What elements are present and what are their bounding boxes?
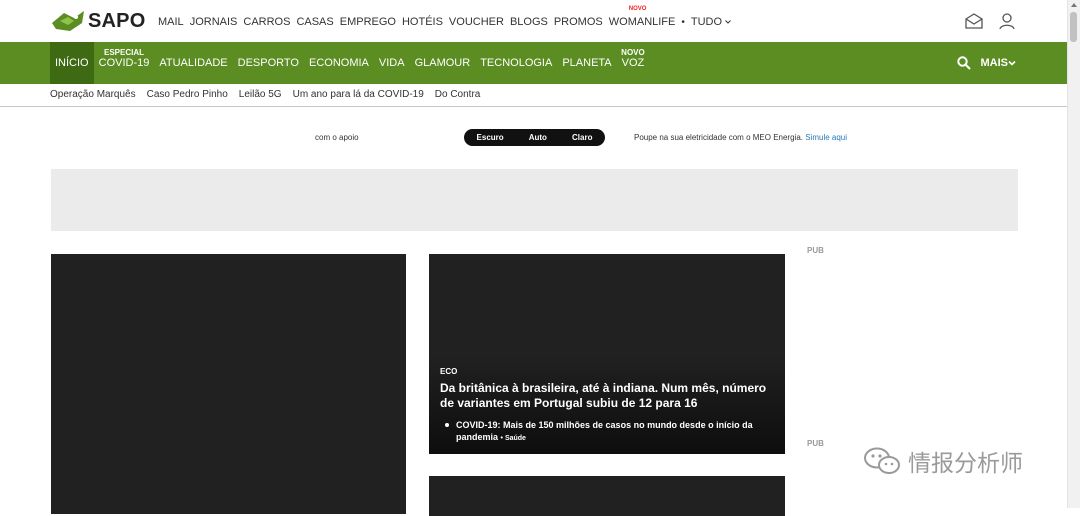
top-link-carros[interactable]: CARROS bbox=[243, 16, 290, 28]
promo-text: Poupe na sua eletricidade com o MEO Ener… bbox=[634, 133, 847, 142]
chevron-down-icon bbox=[725, 20, 731, 24]
related-article[interactable]: COVID-19: Mais de 150 milhões de casos n… bbox=[445, 419, 766, 445]
mail-icon[interactable] bbox=[964, 12, 984, 30]
theme-row: com o apoio Escuro Auto Claro Poupe na s… bbox=[0, 128, 1068, 148]
nav-sup-novo: NOVO bbox=[621, 48, 645, 57]
top-icons bbox=[964, 12, 1016, 30]
main-nav: INÍCIO ESPECIAL COVID-19 ATUALIDADE DESP… bbox=[0, 42, 1068, 84]
nav-label: COVID-19 bbox=[98, 57, 150, 69]
article-title[interactable]: Da britânica à brasileira, até à indiana… bbox=[440, 381, 775, 411]
nav-label: INÍCIO bbox=[55, 57, 89, 69]
featured-card[interactable] bbox=[51, 254, 406, 514]
trending-links: Operação Marquês Caso Pedro Pinho Leilão… bbox=[50, 89, 491, 100]
theme-option-claro[interactable]: Claro bbox=[566, 133, 598, 142]
nav-item-atualidade[interactable]: ATUALIDADE bbox=[154, 42, 232, 84]
tudo-dropdown[interactable]: TUDO bbox=[691, 16, 731, 28]
sapo-frog-icon bbox=[52, 11, 84, 31]
tudo-label: TUDO bbox=[690, 16, 723, 28]
related-article-tag: Saúde bbox=[504, 435, 526, 442]
nav-item-planeta[interactable]: PLANETA bbox=[557, 42, 616, 84]
user-icon[interactable] bbox=[998, 12, 1016, 30]
sapo-logo[interactable]: SAPO bbox=[50, 6, 145, 36]
page-scrollbar[interactable] bbox=[1067, 0, 1080, 508]
trending-link[interactable]: Caso Pedro Pinho bbox=[147, 89, 228, 100]
watermark: 情报分析师 bbox=[862, 444, 1023, 478]
mais-label: MAIS bbox=[980, 57, 1009, 69]
nav-item-desporto[interactable]: DESPORTO bbox=[233, 42, 304, 84]
nav-label: DESPORTO bbox=[237, 57, 299, 69]
theme-toggle: Escuro Auto Claro bbox=[464, 129, 605, 146]
top-link-jornais[interactable]: JORNAIS bbox=[190, 16, 238, 28]
nav-items: INÍCIO ESPECIAL COVID-19 ATUALIDADE DESP… bbox=[50, 42, 649, 84]
trending-link[interactable]: Do Contra bbox=[435, 89, 481, 100]
ad-banner bbox=[51, 169, 1018, 231]
chevron-down-icon bbox=[1008, 60, 1016, 66]
top-link-womanlife[interactable]: NOVO WOMANLIFE bbox=[608, 6, 676, 28]
article-card-2[interactable] bbox=[429, 476, 785, 516]
nav-sup-especial: ESPECIAL bbox=[103, 48, 145, 57]
mais-menu[interactable]: MAIS bbox=[981, 57, 1017, 69]
nav-item-vida[interactable]: VIDA bbox=[374, 42, 410, 84]
promo-link[interactable]: Simule aqui bbox=[805, 133, 847, 142]
pub-label: PUB bbox=[807, 439, 824, 448]
scroll-up-arrow-icon[interactable] bbox=[1071, 3, 1077, 7]
top-link-promos[interactable]: PROMOS bbox=[554, 16, 603, 28]
nav-label: TECNOLOGIA bbox=[480, 57, 553, 69]
nav-label: VOZ bbox=[621, 57, 645, 69]
scroll-thumb[interactable] bbox=[1070, 12, 1077, 42]
theme-option-escuro[interactable]: Escuro bbox=[471, 133, 510, 142]
trending-link[interactable]: Operação Marquês bbox=[50, 89, 136, 100]
nav-item-tecnologia[interactable]: TECNOLOGIA bbox=[475, 42, 557, 84]
promo-message: Poupe na sua eletricidade com o MEO Ener… bbox=[634, 133, 803, 142]
nav-label: ECONOMIA bbox=[308, 57, 369, 69]
search-icon[interactable] bbox=[956, 56, 971, 70]
separator-dot: • bbox=[681, 16, 685, 28]
nav-label: VIDA bbox=[378, 57, 405, 69]
womanlife-new-badge: NOVO bbox=[628, 6, 647, 12]
nav-item-covid[interactable]: ESPECIAL COVID-19 bbox=[94, 42, 155, 84]
nav-label: GLAMOUR bbox=[414, 57, 471, 69]
top-link-emprego[interactable]: EMPREGO bbox=[340, 16, 396, 28]
top-links: MAIL JORNAIS CARROS CASAS EMPREGO HOTÉIS… bbox=[158, 6, 731, 28]
wechat-icon bbox=[864, 447, 900, 474]
nav-item-inicio[interactable]: INÍCIO bbox=[50, 42, 94, 84]
article-category[interactable]: ECO bbox=[440, 367, 457, 376]
top-link-mail[interactable]: MAIL bbox=[158, 16, 184, 28]
logo-text: SAPO bbox=[88, 9, 146, 32]
nav-item-voz[interactable]: NOVO VOZ bbox=[617, 42, 650, 84]
top-link-voucher[interactable]: VOUCHER bbox=[449, 16, 504, 28]
womanlife-label: WOMANLIFE bbox=[608, 16, 676, 28]
nav-right: MAIS bbox=[956, 42, 1017, 84]
theme-option-auto[interactable]: Auto bbox=[523, 133, 553, 142]
trending-link[interactable]: Leilão 5G bbox=[239, 89, 282, 100]
nav-item-economia[interactable]: ECONOMIA bbox=[304, 42, 374, 84]
pub-label: PUB bbox=[807, 246, 824, 255]
nav-item-glamour[interactable]: GLAMOUR bbox=[410, 42, 476, 84]
nav-label: PLANETA bbox=[562, 57, 612, 69]
top-link-blogs[interactable]: BLOGS bbox=[510, 16, 548, 28]
apoio-label: com o apoio bbox=[315, 133, 359, 142]
article-card[interactable]: ECO Da britânica à brasileira, até à ind… bbox=[429, 254, 785, 454]
top-header: SAPO MAIL JORNAIS CARROS CASAS EMPREGO H… bbox=[0, 0, 1068, 42]
top-link-casas[interactable]: CASAS bbox=[296, 16, 333, 28]
trending-link[interactable]: Um ano para lá da COVID-19 bbox=[293, 89, 424, 100]
watermark-text: 情报分析师 bbox=[908, 451, 1023, 477]
nav-label: ATUALIDADE bbox=[159, 57, 228, 69]
trending-bar: Operação Marquês Caso Pedro Pinho Leilão… bbox=[0, 84, 1068, 107]
top-link-hoteis[interactable]: HOTÉIS bbox=[402, 16, 443, 28]
